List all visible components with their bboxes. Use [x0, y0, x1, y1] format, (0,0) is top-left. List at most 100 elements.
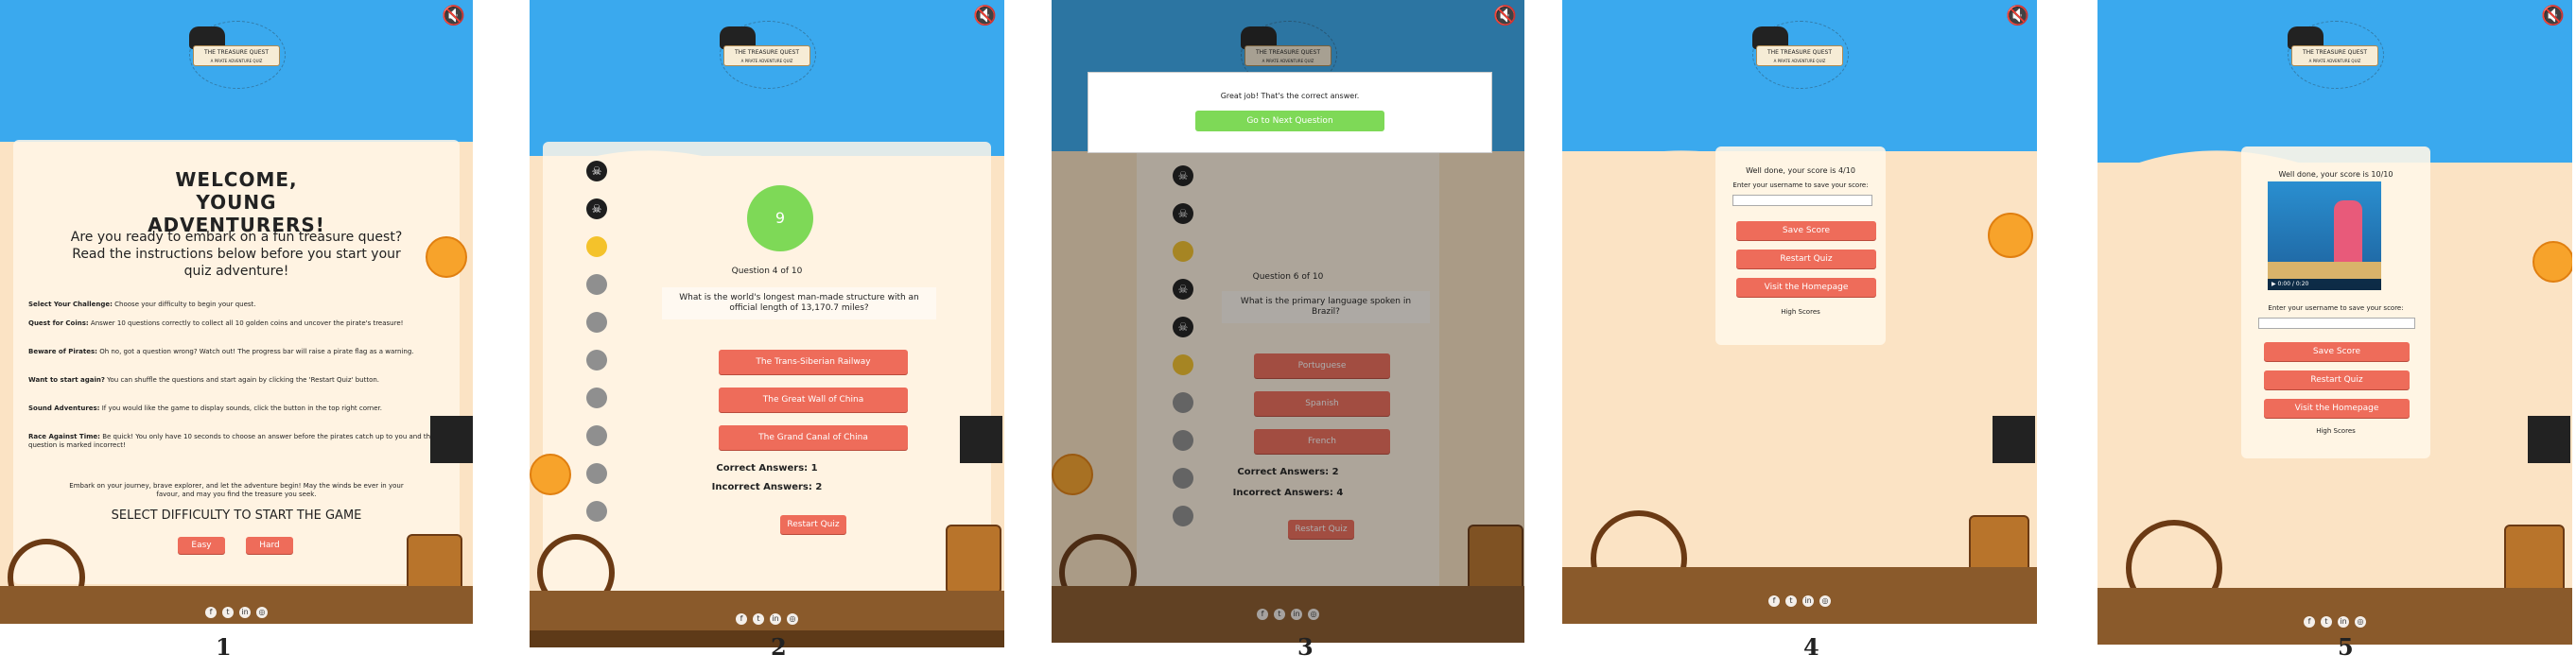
instruction-item: Beware of Pirates: Oh no, got a question…	[28, 348, 414, 355]
play-icon[interactable]: ▶	[2271, 281, 2276, 287]
pirate-flag-decoration	[960, 416, 1002, 463]
answer-button[interactable]: The Great Wall of China	[719, 388, 908, 412]
logo-subtitle: A PIRATE ADVENTURE QUIZ	[210, 59, 263, 63]
progress-empty-icon	[586, 425, 607, 446]
username-input[interactable]	[2258, 318, 2415, 329]
progress-empty-icon	[586, 274, 607, 295]
social-links: f t in ◎	[2097, 614, 2572, 628]
instagram-icon[interactable]: ◎	[256, 607, 268, 618]
feedback-text: Great job! That's the correct answer.	[1220, 92, 1360, 100]
treasure-quest-logo: THE TREASURE QUEST A PIRATE ADVENTURE QU…	[710, 21, 824, 89]
easy-button[interactable]: Easy	[178, 537, 225, 554]
instagram-icon[interactable]: ◎	[1819, 595, 1831, 607]
facebook-icon[interactable]: f	[205, 607, 217, 618]
screen-welcome: 🔇 THE TREASURE QUEST A PIRATE ADVENTURE …	[0, 0, 473, 624]
treasure-quest-logo: THE TREASURE QUEST A PIRATE ADVENTURE QU…	[1743, 21, 1856, 89]
logo-subtitle: A PIRATE ADVENTURE QUIZ	[2308, 59, 2361, 63]
question-counter: Question 4 of 10	[731, 267, 803, 276]
oranges-decoration	[530, 454, 571, 495]
progress-empty-icon	[586, 388, 607, 408]
screenshot-caption: 5	[2338, 633, 2354, 661]
logo-scroll: THE TREASURE QUEST A PIRATE ADVENTURE QU…	[1756, 45, 1843, 66]
twitter-icon[interactable]: t	[753, 613, 764, 625]
restart-quiz-button[interactable]: Restart Quiz	[780, 515, 846, 534]
oranges-decoration	[426, 236, 467, 278]
restart-quiz-button[interactable]: Restart Quiz	[1736, 250, 1876, 268]
instagram-icon[interactable]: ◎	[2355, 616, 2366, 628]
facebook-icon[interactable]: f	[2304, 616, 2315, 628]
screen-score: 🔇 THE TREASURE QUEST A PIRATE ADVENTURE …	[1562, 0, 2037, 624]
progress-coin-icon	[586, 236, 607, 257]
score-text: Well done, your score is 10/10	[2278, 170, 2393, 179]
pirate-flag-decoration	[2528, 416, 2570, 463]
visit-homepage-button[interactable]: Visit the Homepage	[2264, 399, 2410, 418]
incorrect-answers-count: Incorrect Answers: 2	[711, 482, 823, 492]
welcome-heading: WELCOME, YOUNG ADVENTURERS!	[148, 168, 325, 236]
mute-speaker-icon[interactable]: 🔇	[442, 4, 465, 26]
save-score-button[interactable]: Save Score	[2264, 342, 2410, 361]
welcome-intro: Are you ready to embark on a fun treasur…	[70, 230, 403, 279]
treasure-quest-logo: THE TREASURE QUEST A PIRATE ADVENTURE QU…	[180, 21, 293, 89]
linkedin-icon[interactable]: in	[2338, 616, 2349, 628]
logo-subtitle: A PIRATE ADVENTURE QUIZ	[740, 59, 793, 63]
progress-skull-icon: ☠	[586, 198, 607, 219]
logo-scroll: THE TREASURE QUEST A PIRATE ADVENTURE QU…	[723, 45, 810, 66]
linkedin-icon[interactable]: in	[770, 613, 781, 625]
instruction-item: Race Against Time: Be quick! You only ha…	[28, 433, 435, 449]
visit-homepage-button[interactable]: Visit the Homepage	[1736, 278, 1876, 297]
mute-speaker-icon[interactable]: 🔇	[1493, 4, 1517, 26]
restart-quiz-button[interactable]: Restart Quiz	[2264, 370, 2410, 389]
screenshot-caption: 3	[1297, 633, 1314, 661]
answer-button[interactable]: The Grand Canal of China	[719, 425, 908, 450]
score-text: Well done, your score is 4/10	[1746, 166, 1855, 175]
mute-speaker-icon[interactable]: 🔇	[973, 4, 997, 26]
mute-speaker-icon[interactable]: 🔇	[2006, 4, 2029, 26]
next-question-button[interactable]: Go to Next Question	[1195, 111, 1384, 131]
instruction-item: Select Your Challenge: Choose your diffi…	[28, 301, 256, 308]
feedback-modal: Great job! That's the correct answer. Go…	[1088, 72, 1492, 153]
linkedin-icon[interactable]: in	[239, 607, 251, 618]
treasure-quest-logo: THE TREASURE QUEST A PIRATE ADVENTURE QU…	[2278, 21, 2392, 89]
celebration-video[interactable]: ▶ 0:00 / 0:20	[2268, 181, 2381, 290]
twitter-icon[interactable]: t	[2321, 616, 2332, 628]
barrel-decoration	[946, 525, 1001, 594]
facebook-icon[interactable]: f	[736, 613, 747, 625]
progress-skull-icon: ☠	[586, 161, 607, 181]
screen-question: 🔇 THE TREASURE QUEST A PIRATE ADVENTURE …	[530, 0, 1004, 647]
pirate-flag-decoration	[430, 416, 473, 463]
video-controls[interactable]: ▶ 0:00 / 0:20	[2268, 279, 2381, 290]
pirate-flag-decoration	[1993, 416, 2035, 463]
logo-subtitle: A PIRATE ADVENTURE QUIZ	[1773, 59, 1826, 63]
instruction-item: Quest for Coins: Answer 10 questions cor…	[28, 319, 404, 327]
save-score-button[interactable]: Save Score	[1736, 221, 1876, 240]
progress-empty-icon	[586, 501, 607, 522]
twitter-icon[interactable]: t	[222, 607, 234, 618]
logo-title: THE TREASURE QUEST	[2302, 49, 2368, 56]
screenshot-caption: 1	[216, 633, 232, 661]
progress-empty-icon	[586, 312, 607, 333]
logo-scroll: THE TREASURE QUEST A PIRATE ADVENTURE QU…	[2291, 45, 2378, 66]
question-text: What is the world's longest man-made str…	[662, 287, 936, 319]
oranges-decoration	[2532, 241, 2572, 283]
screen-perfect-score: 🔇 THE TREASURE QUEST A PIRATE ADVENTURE …	[2097, 0, 2572, 645]
linkedin-icon[interactable]: in	[1802, 595, 1814, 607]
select-difficulty-label: SELECT DIFFICULTY TO START THE GAME	[111, 508, 362, 523]
username-prompt: Enter your username to save your score:	[1732, 181, 1869, 189]
hard-button[interactable]: Hard	[246, 537, 293, 554]
video-time: 0:00 / 0:20	[2277, 281, 2309, 287]
logo-scroll: THE TREASURE QUEST A PIRATE ADVENTURE QU…	[193, 45, 280, 66]
seabed-decoration	[2268, 262, 2381, 279]
progress-empty-icon	[586, 350, 607, 370]
mute-speaker-icon[interactable]: 🔇	[2541, 4, 2565, 26]
facebook-icon[interactable]: f	[1768, 595, 1780, 607]
high-scores-label: High Scores	[2316, 427, 2356, 435]
high-scores-label: High Scores	[1781, 308, 1820, 316]
ground-base	[530, 630, 1004, 647]
username-input[interactable]	[1732, 195, 1872, 206]
instagram-icon[interactable]: ◎	[787, 613, 798, 625]
username-prompt: Enter your username to save your score:	[2268, 304, 2404, 312]
instruction-item: Sound Adventures: If you would like the …	[28, 405, 382, 412]
logo-title: THE TREASURE QUEST	[1767, 49, 1833, 56]
answer-button[interactable]: The Trans-Siberian Railway	[719, 350, 908, 374]
twitter-icon[interactable]: t	[1785, 595, 1797, 607]
